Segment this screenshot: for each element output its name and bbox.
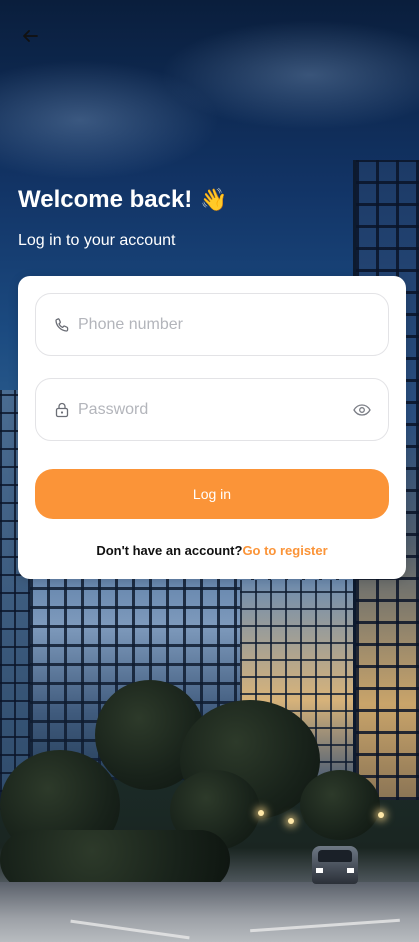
waving-hand-icon: 👋 <box>200 187 228 212</box>
register-prompt-text: Don't have an account? <box>96 543 243 558</box>
lock-icon <box>54 402 70 418</box>
title-text: Welcome back! <box>18 186 193 213</box>
arrow-left-icon <box>23 30 38 42</box>
eye-icon[interactable] <box>352 400 372 420</box>
phone-input[interactable] <box>78 315 328 334</box>
phone-field[interactable] <box>35 293 389 356</box>
back-button[interactable] <box>18 24 42 48</box>
password-input[interactable] <box>78 400 328 419</box>
phone-icon <box>54 317 70 333</box>
page-title: Welcome back! 👋 <box>18 186 228 214</box>
login-button[interactable]: Log in <box>35 469 389 519</box>
page-subtitle: Log in to your account <box>18 232 176 249</box>
password-field[interactable] <box>35 378 389 441</box>
register-prompt: Don't have an account?Go to register <box>18 543 406 558</box>
login-card: Log in Don't have an account?Go to regis… <box>18 276 406 579</box>
register-link[interactable]: Go to register <box>242 543 327 558</box>
